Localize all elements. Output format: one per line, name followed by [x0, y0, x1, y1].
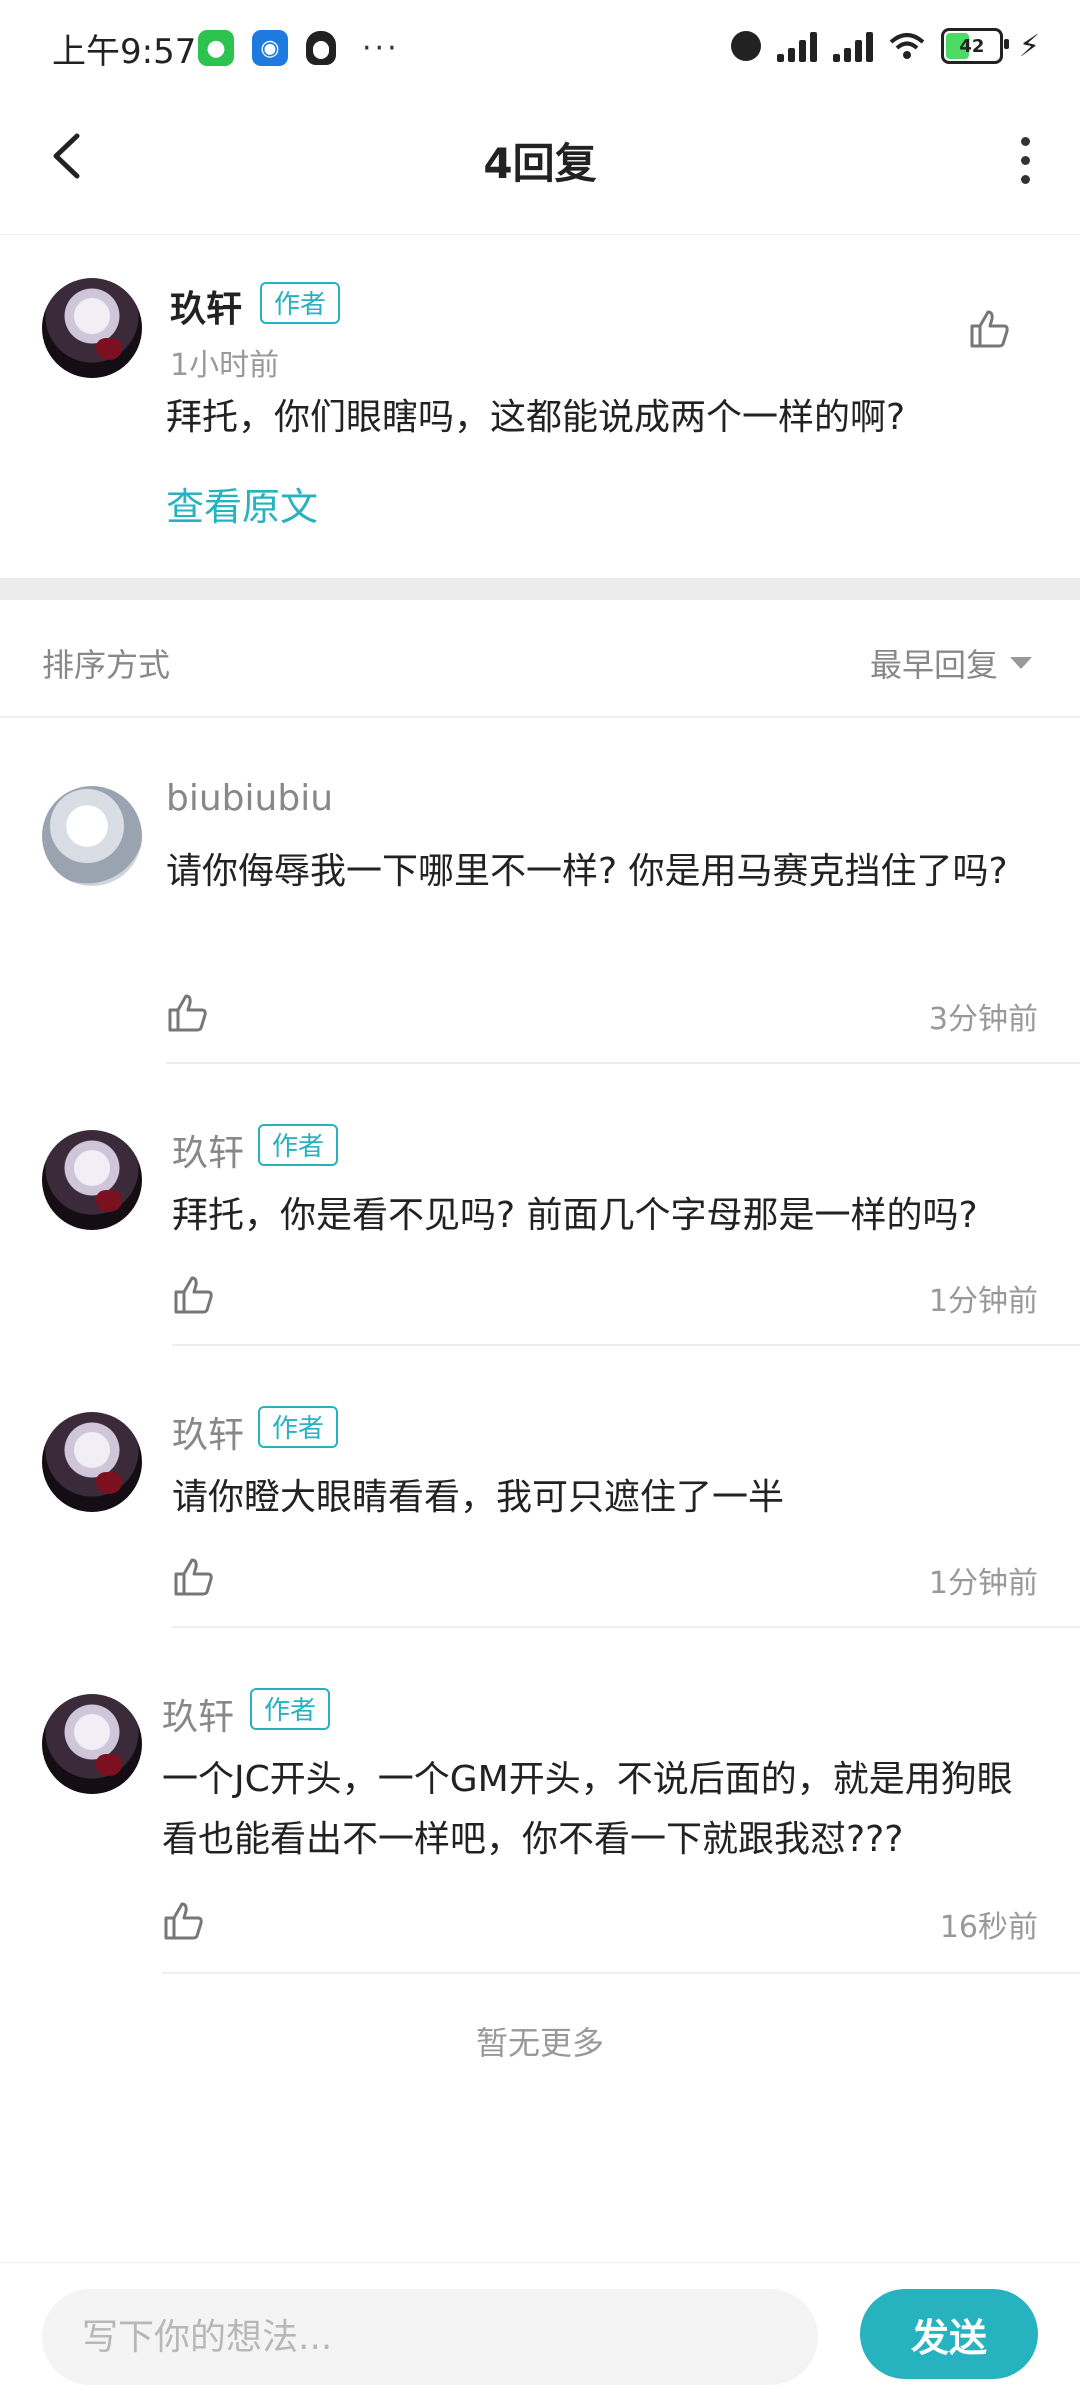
reply-text: 一个JC开头，一个GM开头，不说后面的，就是用狗眼看也能看出不一样吧，你不看一下…	[162, 1759, 1013, 1860]
reply-text: 请你瞪大眼睛看看，我可只遮住了一半	[172, 1477, 785, 1518]
reply-text: 请你侮辱我一下哪里不一样? 你是用马赛克挡住了吗?	[166, 851, 1008, 892]
signal-icon-2	[832, 30, 873, 62]
comment-text: 拜托，你们眼瞎吗，这都能说成两个一样的啊?	[166, 397, 906, 438]
signal-icon-1	[776, 30, 817, 62]
author-name[interactable]: 玖轩	[162, 1688, 234, 1740]
sort-row: 排序方式 最早回复	[0, 600, 1080, 718]
status-time: 上午9:57	[52, 32, 197, 72]
avatar[interactable]	[42, 1694, 142, 1794]
qq-icon	[306, 31, 336, 65]
avatar[interactable]	[42, 1412, 142, 1512]
status-bar: 上午9:57 ● ◉ ··· 42 ⚡	[0, 0, 1080, 96]
page-title: 4回复	[483, 139, 597, 188]
like-icon[interactable]	[968, 306, 1012, 350]
notification-icons: ● ◉ ···	[198, 30, 400, 66]
author-badge: 作者	[258, 1124, 339, 1166]
author-name[interactable]: 玖轩	[170, 280, 242, 332]
battery-icon: 42	[940, 28, 1009, 64]
sort-dropdown[interactable]: 最早回复	[870, 640, 1032, 686]
app-icon: ◉	[252, 30, 288, 66]
avatar[interactable]	[42, 1130, 142, 1230]
like-icon[interactable]	[172, 1554, 216, 1598]
divider	[166, 1062, 1080, 1064]
more-options-button[interactable]	[1000, 130, 1050, 190]
avatar[interactable]	[42, 278, 142, 378]
reply-text: 拜托，你是看不见吗? 前面几个字母那是一样的吗?	[172, 1195, 978, 1236]
reply-time: 3分钟前	[928, 1002, 1038, 1037]
vpn-icon	[730, 31, 761, 61]
send-button[interactable]: 发送	[860, 2289, 1038, 2379]
sort-label: 排序方式	[42, 646, 171, 684]
reply-time: 1分钟前	[928, 1566, 1038, 1601]
more-notifications-icon: ···	[362, 30, 400, 66]
sort-selected: 最早回复	[869, 646, 998, 684]
like-icon[interactable]	[172, 1272, 216, 1316]
divider	[172, 1344, 1080, 1346]
header: 4回复	[0, 96, 1080, 235]
author-name[interactable]: 玖轩	[172, 1406, 244, 1458]
section-divider	[0, 578, 1080, 600]
battery-level: 42	[959, 35, 985, 57]
caret-down-icon	[1010, 657, 1032, 669]
like-icon[interactable]	[162, 1898, 206, 1942]
author-badge: 作者	[258, 1406, 339, 1448]
author-name[interactable]: biubiubiu	[166, 778, 333, 819]
wifi-icon	[889, 33, 925, 59]
divider	[172, 1626, 1080, 1628]
comment-input[interactable]	[42, 2289, 818, 2385]
reply-time: 16秒前	[939, 1910, 1038, 1945]
composer-bar: 发送	[0, 2262, 1080, 2401]
reply-time: 1分钟前	[928, 1284, 1038, 1319]
wechat-icon: ●	[198, 30, 234, 66]
comment-time: 1小时前	[170, 348, 280, 383]
charging-icon: ⚡	[1018, 28, 1040, 64]
no-more-text: 暂无更多	[475, 2024, 604, 2062]
author-badge: 作者	[250, 1688, 331, 1730]
view-original-link[interactable]: 查看原文	[166, 476, 318, 531]
avatar[interactable]	[42, 786, 142, 886]
author-badge: 作者	[260, 282, 341, 324]
more-vertical-icon	[1020, 136, 1030, 146]
divider	[162, 1972, 1080, 1974]
status-indicators: 42 ⚡	[730, 28, 1040, 64]
author-name[interactable]: 玖轩	[172, 1124, 244, 1176]
like-icon[interactable]	[166, 990, 210, 1034]
